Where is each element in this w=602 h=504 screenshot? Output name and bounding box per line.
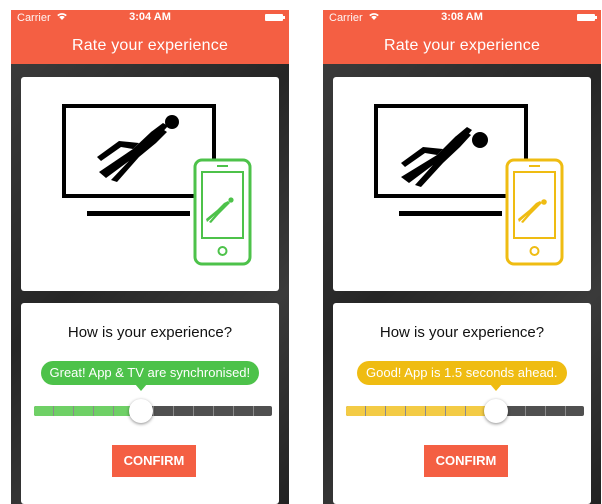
goalkeeper-figure-icon — [97, 115, 179, 182]
slider-thumb[interactable] — [129, 399, 154, 423]
confirm-button[interactable]: CONFIRM — [424, 445, 508, 477]
page-title: Rate your experience — [383, 37, 541, 54]
status-time: 3:08 AM — [441, 11, 483, 23]
status-bar: Carrier 3:04 AM — [11, 10, 289, 26]
status-bar: Carrier 3:08 AM — [323, 10, 601, 26]
goalkeeper-diving-illustration — [374, 104, 564, 266]
battery-icon — [577, 14, 597, 21]
tv-stand — [87, 211, 190, 216]
experience-slider-track[interactable] — [346, 406, 584, 416]
page-title: Rate your experience — [71, 37, 229, 54]
rating-card: How is your experience? Great! App & TV … — [21, 303, 279, 504]
phone-device-icon — [505, 158, 564, 266]
rating-card: How is your experience? Good! App is 1.5… — [333, 303, 591, 504]
feedback-bubble: Good! App is 1.5 seconds ahead. — [357, 361, 567, 391]
screen-left: Carrier 3:04 AM Rate your experience How… — [11, 10, 289, 504]
question-text: How is your experience? — [67, 324, 233, 341]
illustration-card — [21, 77, 279, 291]
goalkeeper-figure-icon — [401, 127, 488, 187]
status-time: 3:04 AM — [129, 11, 171, 23]
question-text: How is your experience? — [379, 324, 545, 341]
battery-icon — [265, 14, 285, 21]
header: Carrier 3:04 AM Rate your experience — [11, 10, 289, 64]
tv-stand — [399, 211, 502, 216]
slider-segments — [346, 406, 584, 416]
slider-thumb[interactable] — [483, 399, 508, 423]
phone-device-icon — [193, 158, 252, 266]
goalkeeper-diving-illustration — [62, 104, 252, 266]
screen-right: Carrier 3:08 AM Rate your experience How… — [323, 10, 601, 504]
illustration-card — [333, 77, 591, 291]
feedback-bubble: Great! App & TV are synchronised! — [40, 361, 260, 391]
confirm-button[interactable]: CONFIRM — [112, 445, 196, 477]
header: Carrier 3:08 AM Rate your experience — [323, 10, 601, 64]
